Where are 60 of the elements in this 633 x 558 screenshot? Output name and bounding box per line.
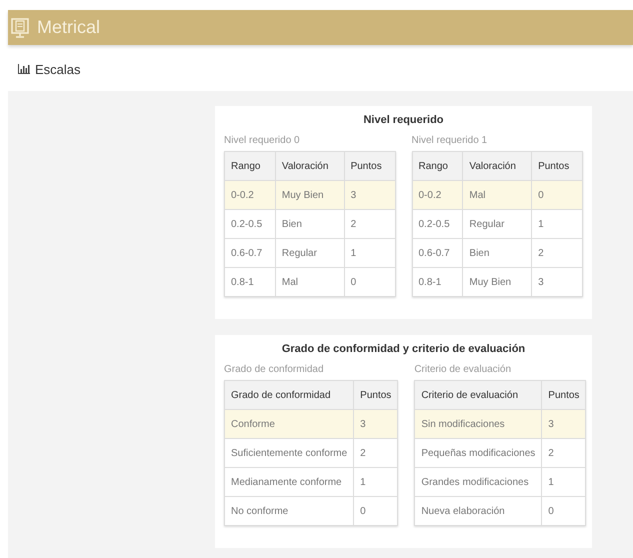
table-cell: 0.8-1 — [412, 268, 463, 296]
table-cell: Suficientemente conforme — [224, 438, 354, 468]
table-cell: 0.8-1 — [224, 268, 276, 296]
table-cell: 0-0.2 — [224, 180, 276, 210]
table-cell: 0 — [532, 180, 582, 210]
table-cell: Muy Bien — [275, 180, 344, 210]
table-cell: Regular — [462, 210, 532, 238]
table-caption: Criterio de evaluación — [414, 364, 512, 375]
table-cell: 0.2-0.5 — [412, 210, 463, 238]
bar-chart-icon — [18, 64, 30, 74]
table-cell: Nueva elaboración — [414, 496, 542, 526]
table-cell: 3 — [542, 410, 586, 438]
column-header: Rango — [224, 152, 276, 180]
table-cell: 3 — [354, 410, 398, 438]
column-header: Puntos — [532, 152, 582, 180]
table-cell: 0 — [344, 268, 395, 296]
table-cell: 2 — [542, 438, 586, 468]
monitor-icon — [11, 18, 29, 38]
table-cell: 1 — [542, 468, 586, 496]
app-title: Metrical — [37, 17, 100, 38]
column-header: Rango — [412, 152, 463, 180]
table-cell: 0 — [354, 496, 398, 526]
table-cell: 0.6-0.7 — [224, 238, 276, 268]
table-cell: No conforme — [224, 496, 354, 526]
panel-title: Nivel requerido — [362, 114, 445, 126]
table-caption: Grado de conformidad — [224, 364, 325, 375]
panel-title: Grado de conformidad y criterio de evaluación — [280, 343, 526, 355]
table-cell: 0-0.2 — [412, 180, 463, 210]
column-header: Puntos — [344, 152, 395, 180]
page-heading: Escalas — [35, 62, 81, 76]
table-cell: Pequeñas modificaciones — [414, 438, 542, 468]
table-cell: 3 — [532, 268, 582, 296]
table-cell: Grandes modificaciones — [414, 468, 542, 496]
table-cell: Regular — [275, 238, 344, 268]
column-header: Valoración — [462, 152, 532, 180]
table-cell: 2 — [344, 210, 395, 238]
table-cell: 1 — [354, 468, 398, 496]
column-header: Puntos — [354, 380, 398, 410]
table-cell: 0.2-0.5 — [224, 210, 276, 238]
table-cell: Sin modificaciones — [414, 410, 542, 438]
table-cell: Mal — [275, 268, 344, 296]
table-cell: Muy Bien — [462, 268, 532, 296]
column-header: Valoración — [275, 152, 344, 180]
table-cell: 1 — [532, 210, 582, 238]
table-cell: 3 — [344, 180, 395, 210]
table-cell: 1 — [344, 238, 395, 268]
table-cell: Mal — [462, 180, 532, 210]
table-cell: 0.6-0.7 — [412, 238, 463, 268]
table-cell: Bien — [275, 210, 344, 238]
column-header: Puntos — [542, 380, 586, 410]
table-cell: 2 — [532, 238, 582, 268]
table-cell: Medianamente conforme — [224, 468, 354, 496]
table-cell: 2 — [354, 438, 398, 468]
column-header: Criterio de evaluación — [414, 380, 542, 410]
table-caption: Nivel requerido 1 — [412, 135, 488, 146]
column-header: Grado de conformidad — [224, 380, 354, 410]
table-caption: Nivel requerido 0 — [224, 135, 301, 146]
table-cell: Conforme — [224, 410, 354, 438]
table-cell: 0 — [542, 496, 586, 526]
table-cell: Bien — [462, 238, 532, 268]
